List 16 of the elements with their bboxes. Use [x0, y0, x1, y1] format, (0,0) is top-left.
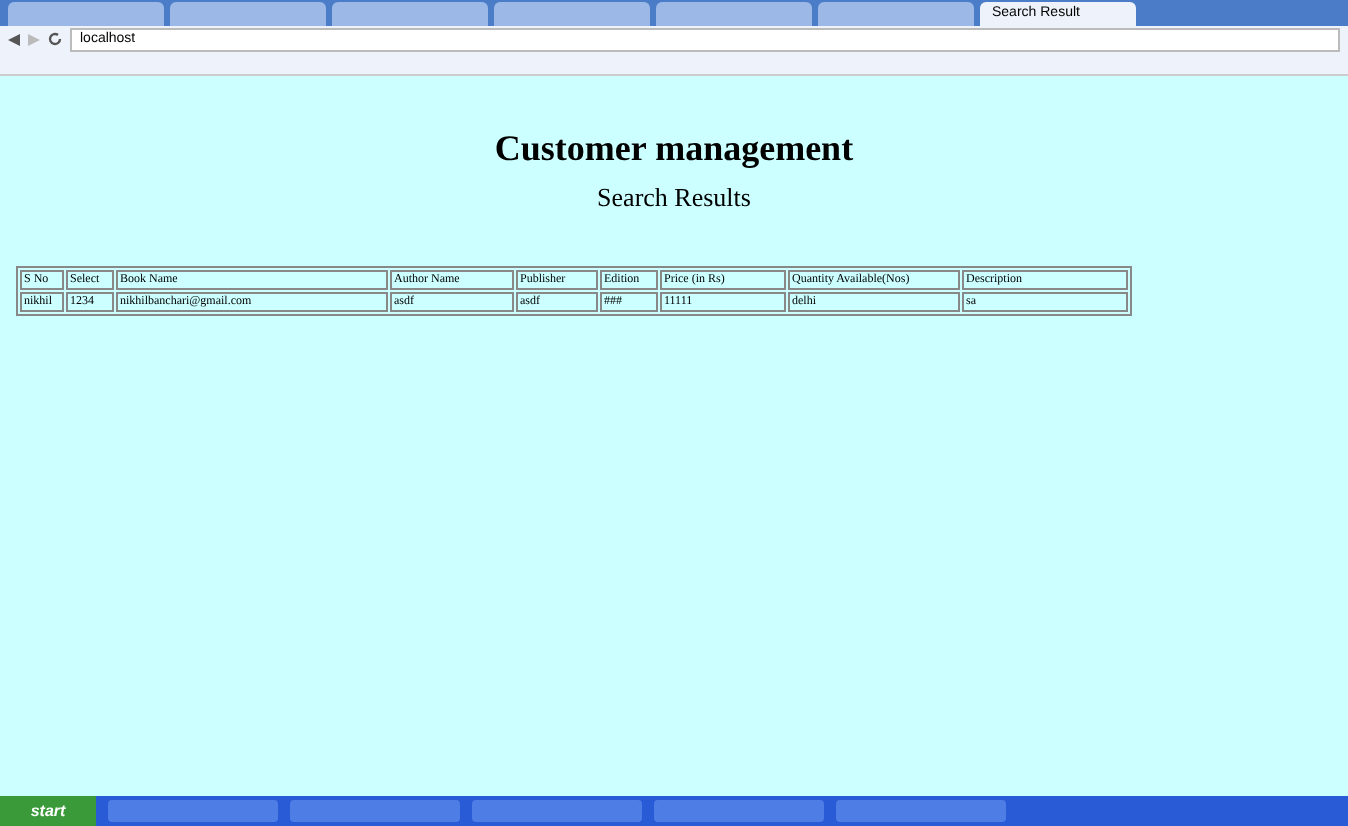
browser-tab[interactable] — [494, 2, 650, 26]
taskbar-item[interactable] — [472, 800, 642, 822]
page-title: Customer management — [492, 128, 856, 170]
start-button[interactable]: start — [0, 796, 96, 826]
reload-icon[interactable] — [48, 32, 62, 46]
browser-tab[interactable] — [656, 2, 812, 26]
browser-tab[interactable] — [332, 2, 488, 26]
taskbar-item[interactable] — [836, 800, 1006, 822]
taskbar-item[interactable] — [654, 800, 824, 822]
browser-tab[interactable] — [170, 2, 326, 26]
forward-icon[interactable] — [28, 33, 40, 45]
page-subtitle: Search Results — [595, 182, 753, 214]
back-icon[interactable] — [8, 33, 20, 45]
taskbar-item[interactable] — [108, 800, 278, 822]
taskbar-item[interactable] — [290, 800, 460, 822]
browser-tab[interactable] — [818, 2, 974, 26]
